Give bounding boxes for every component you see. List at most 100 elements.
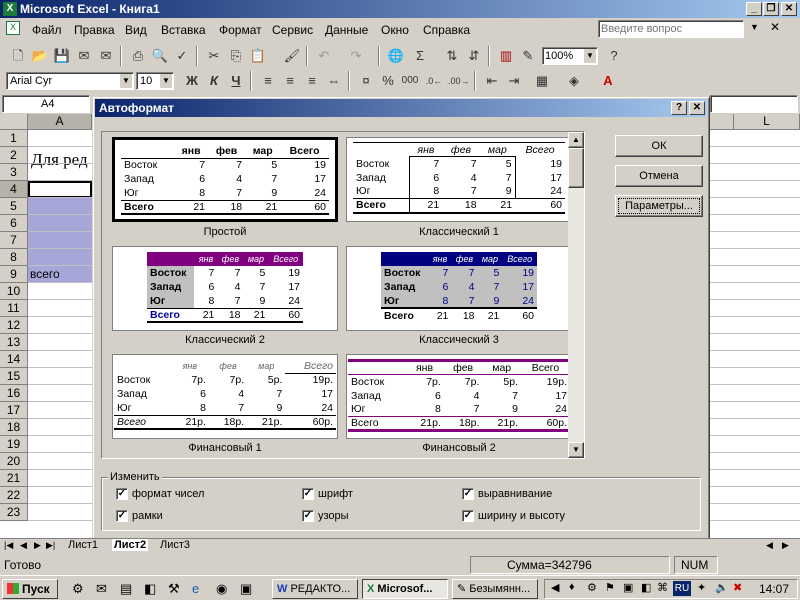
close-icon[interactable]: ✕ [781, 2, 797, 16]
quicklaunch-icon[interactable]: ▣ [240, 581, 252, 597]
tray-icon[interactable]: ◀ [551, 581, 559, 594]
row-header-13[interactable]: 13 [0, 334, 28, 351]
row-header-6[interactable]: 6 [0, 215, 28, 232]
chevron-down-icon[interactable]: ▼ [584, 49, 596, 63]
ok-button[interactable]: ОК [615, 135, 703, 157]
task-excel[interactable]: X Microsof... [362, 579, 448, 599]
menu-tools[interactable]: Сервис [272, 23, 313, 37]
row-header-14[interactable]: 14 [0, 351, 28, 368]
row-header-8[interactable]: 8 [0, 249, 28, 266]
format-classic-2[interactable]: янв фев мар Всего Восток 7 7 5 19 Запад 6 4 7 17 Юг 8 7 9… [112, 246, 338, 331]
dialog-close-icon[interactable]: ✕ [689, 101, 705, 115]
font-checkbox[interactable]: ✓ шрифт [302, 488, 353, 501]
volume-icon[interactable]: 🔈 [715, 581, 729, 594]
undo-icon[interactable]: ↶ [314, 46, 334, 66]
open-icon[interactable]: 📂 [30, 46, 50, 66]
menu-insert[interactable]: Вставка [161, 23, 206, 37]
bold-button[interactable]: Ж [182, 71, 202, 91]
hscroll-left-icon[interactable]: ◀ [766, 540, 773, 551]
width-height-checkbox[interactable]: ✓ ширину и высоту [462, 510, 565, 523]
tray-icon[interactable]: ◧ [641, 581, 651, 594]
tab-last-icon[interactable]: ▶| [46, 540, 55, 551]
email-icon[interactable]: ✉ [96, 46, 116, 66]
decrease-decimal-icon[interactable]: .00→ [448, 71, 470, 91]
permission-icon[interactable]: ✉ [74, 46, 94, 66]
quicklaunch-icon[interactable]: ◧ [144, 581, 156, 597]
format-financial-1[interactable]: янв фев мар Всего Восток 7р. 7р. 5р. 19р. Запад 6 4… [112, 354, 338, 439]
print-preview-icon[interactable]: 🔍 [150, 46, 170, 66]
row-header-16[interactable]: 16 [0, 385, 28, 402]
align-right-icon[interactable]: ≡ [302, 71, 322, 91]
format-classic-3[interactable]: янв фев мар Всего Восток 7 7 5 19 Запад 6 4 7 17 Юг 8 7 9… [346, 246, 572, 331]
row-header-2[interactable]: 2 [0, 147, 28, 164]
tray-icon[interactable]: ♦ [569, 581, 575, 593]
row-header-21[interactable]: 21 [0, 470, 28, 487]
currency-icon[interactable]: ¤ [356, 71, 376, 91]
number-format-checkbox[interactable]: ✓ формат чисел [116, 488, 204, 501]
chart-wizard-icon[interactable]: ▥ [496, 46, 516, 66]
tab-sheet3[interactable]: Лист3 [160, 539, 190, 551]
row-header-19[interactable]: 19 [0, 436, 28, 453]
tab-sheet2[interactable]: Лист2 [112, 539, 149, 551]
row-header-15[interactable]: 15 [0, 368, 28, 385]
scroll-down-icon[interactable]: ▼ [568, 442, 584, 458]
row-header-10[interactable]: 10 [0, 283, 28, 300]
sort-descending-icon[interactable]: ⇵ [464, 46, 484, 66]
autosum-icon[interactable]: Σ [410, 46, 430, 66]
start-button[interactable]: Пуск [2, 579, 58, 599]
help-search-input[interactable] [598, 20, 744, 38]
help-icon[interactable]: ? [604, 46, 624, 66]
font-select[interactable]: Arial Cyr ▼ [6, 72, 134, 90]
row-header-1[interactable]: 1 [0, 130, 28, 147]
patterns-checkbox[interactable]: ✓ узоры [302, 510, 349, 523]
quicklaunch-icon[interactable]: ◉ [216, 581, 227, 597]
merge-center-icon[interactable]: ⇔ [324, 71, 344, 91]
scroll-up-icon[interactable]: ▲ [568, 132, 584, 148]
tray-icon[interactable]: ▣ [623, 581, 633, 594]
align-left-icon[interactable]: ≡ [258, 71, 278, 91]
increase-indent-icon[interactable]: ⇥ [504, 71, 524, 91]
new-icon[interactable]: 🗋 [8, 46, 28, 66]
tray-icon[interactable]: ⚙ [587, 581, 597, 594]
row-header-18[interactable]: 18 [0, 419, 28, 436]
language-indicator[interactable]: RU [673, 581, 691, 596]
borders-icon[interactable]: ▦ [532, 71, 552, 91]
chevron-down-icon[interactable]: ▼ [120, 74, 132, 88]
chevron-down-icon[interactable]: ▼ [160, 74, 172, 88]
clock[interactable]: 14:07 [759, 582, 789, 596]
spelling-icon[interactable]: ✓ [172, 46, 192, 66]
align-center-icon[interactable]: ≡ [280, 71, 300, 91]
options-button[interactable]: Параметры... [615, 195, 703, 217]
minimize-icon[interactable]: _ [746, 2, 762, 16]
cancel-button[interactable]: Отмена [615, 165, 703, 187]
tab-first-icon[interactable]: |◀ [4, 540, 13, 551]
task-paint[interactable]: ✎ Безымянн... [452, 579, 538, 599]
row-header-17[interactable]: 17 [0, 402, 28, 419]
row-header-5[interactable]: 5 [0, 198, 28, 215]
tab-prev-icon[interactable]: ◀ [20, 540, 27, 551]
row-header-11[interactable]: 11 [0, 300, 28, 317]
menu-help[interactable]: Справка [423, 23, 470, 37]
alignment-checkbox[interactable]: ✓ выравнивание [462, 488, 552, 501]
format-gallery[interactable]: янв фев мар Всего Восток 7 7 5 19 Запад 6 4 7 17 Юг 8 7 9… [101, 131, 585, 459]
scroll-thumb[interactable] [568, 148, 584, 188]
tray-icon[interactable]: ✖ [733, 581, 742, 594]
name-box[interactable]: A4 [2, 95, 90, 113]
column-header-l[interactable]: L [734, 114, 800, 130]
comma-style-icon[interactable]: 000 [400, 71, 420, 91]
row-header-7[interactable]: 7 [0, 232, 28, 249]
percent-icon[interactable]: % [378, 71, 398, 91]
column-header-k[interactable] [708, 114, 734, 130]
menu-file[interactable]: Файл [32, 23, 62, 37]
restore-icon[interactable]: ❐ [763, 2, 779, 16]
row-header-4[interactable]: 4 [0, 181, 28, 198]
chevron-down-icon[interactable]: ▼ [750, 22, 759, 32]
borders-checkbox[interactable]: ✓ рамки [116, 510, 163, 523]
row-header-12[interactable]: 12 [0, 317, 28, 334]
format-financial-2[interactable]: янв фев мар Всего Восток 7р. 7р. 5р. 19р. Запад 6 4… [346, 354, 572, 439]
sort-ascending-icon[interactable]: ⇅ [442, 46, 462, 66]
help-icon[interactable]: ? [671, 101, 687, 115]
hscroll-right-icon[interactable]: ▶ [782, 540, 789, 551]
quicklaunch-icon[interactable]: ✉ [96, 581, 107, 597]
increase-decimal-icon[interactable]: .0← [424, 71, 444, 91]
